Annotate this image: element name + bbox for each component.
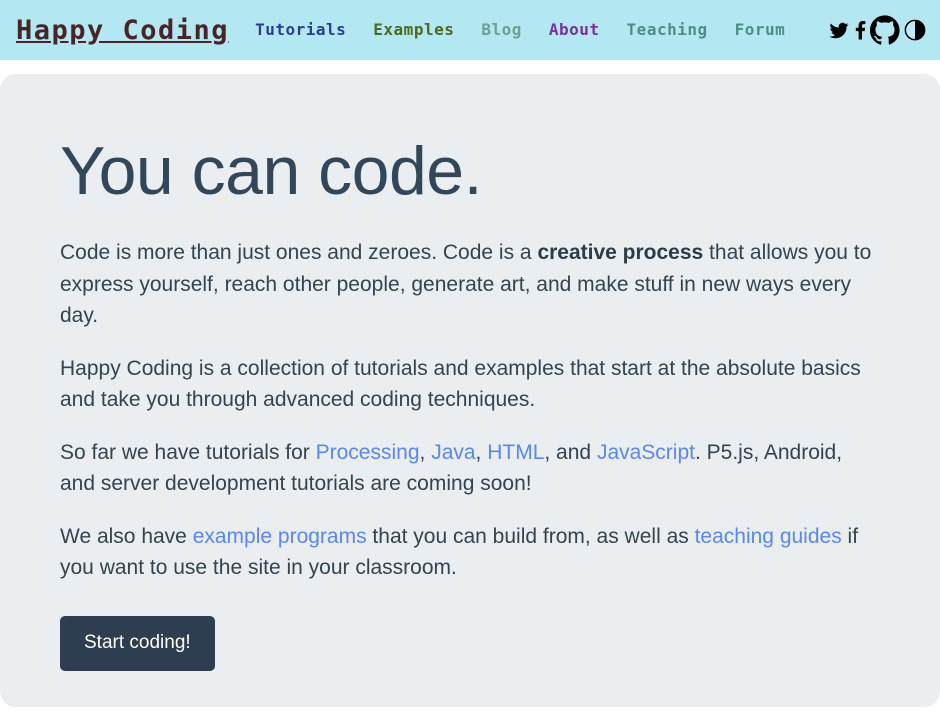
site-logo[interactable]: Happy Coding bbox=[16, 17, 229, 44]
github-icon[interactable] bbox=[870, 15, 900, 45]
paragraph-4-text-part-2: that you can build from, as well as bbox=[366, 524, 695, 548]
intro-paragraph-3: So far we have tutorials for Processing,… bbox=[60, 416, 880, 500]
main-content-card: You can code. Code is more than just one… bbox=[0, 74, 940, 707]
paragraph-4-text-part-1: We also have bbox=[60, 524, 193, 548]
facebook-icon[interactable] bbox=[854, 20, 866, 40]
link-java[interactable]: Java bbox=[431, 441, 475, 464]
nav-link-about[interactable]: About bbox=[549, 22, 600, 38]
intro-paragraph-2: Happy Coding is a collection of tutorial… bbox=[60, 356, 861, 412]
intro-paragraph-4: We also have example programs that you c… bbox=[60, 500, 880, 584]
paragraph-3-separator-2: , bbox=[475, 440, 488, 464]
link-teaching-guides[interactable]: teaching guides bbox=[695, 525, 842, 548]
start-coding-button[interactable]: Start coding! bbox=[60, 615, 215, 671]
link-html[interactable]: HTML bbox=[487, 441, 544, 464]
paragraph-1-text-part-1: Code is more than just ones and zeroes. … bbox=[60, 241, 538, 265]
nav-link-teaching[interactable]: Teaching bbox=[627, 22, 708, 38]
link-processing[interactable]: Processing bbox=[316, 441, 420, 464]
link-javascript[interactable]: JavaScript bbox=[597, 441, 695, 464]
site-header: Happy Coding Tutorials Examples Blog Abo… bbox=[0, 0, 940, 60]
paragraph-1-bold-phrase: creative process bbox=[537, 241, 704, 265]
twitter-icon[interactable] bbox=[828, 21, 850, 40]
paragraph-3-separator-1: , bbox=[419, 440, 432, 464]
main-navigation: Tutorials Examples Blog About Teaching F… bbox=[255, 22, 828, 38]
nav-link-blog[interactable]: Blog bbox=[481, 22, 522, 38]
nav-link-forum[interactable]: Forum bbox=[735, 22, 786, 38]
nav-link-tutorials[interactable]: Tutorials bbox=[255, 22, 346, 38]
paragraph-3-separator-3: , and bbox=[544, 440, 597, 464]
intro-paragraph-1: Code is more than just ones and zeroes. … bbox=[60, 207, 880, 332]
contrast-toggle-icon[interactable] bbox=[904, 19, 926, 41]
link-example-programs[interactable]: example programs bbox=[193, 525, 367, 548]
social-links bbox=[828, 15, 926, 45]
page-title: You can code. bbox=[60, 133, 483, 209]
paragraph-3-text-part-1: So far we have tutorials for bbox=[60, 440, 316, 464]
nav-link-examples[interactable]: Examples bbox=[373, 22, 454, 38]
